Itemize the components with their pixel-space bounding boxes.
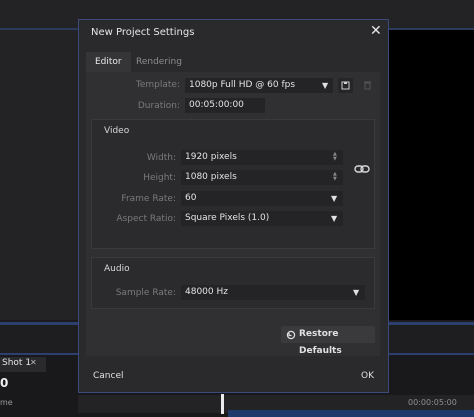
stepper-icon[interactable]: ▲ ▼ [333, 172, 337, 182]
stepper-icon[interactable]: ▲ ▼ [333, 152, 337, 162]
chevron-down-icon: ▼ [322, 81, 329, 90]
frame-rate-select[interactable]: 60 ▼ [181, 191, 343, 206]
shot-timecode: 0 [0, 376, 9, 390]
editor-panel: Template: 1080p Full HD @ 60 fps ▼ Durat… [86, 72, 380, 356]
frame-rate-label: Frame Rate: [121, 194, 176, 204]
frame-rate-value: 60 [185, 193, 197, 203]
template-label: Template: [135, 80, 180, 90]
template-value: 1080p Full HD @ 60 fps [189, 80, 296, 90]
restore-defaults-button[interactable]: Restore Defaults [281, 326, 375, 356]
aspect-ratio-select[interactable]: Square Pixels (1.0) ▼ [181, 211, 343, 226]
delete-template-button[interactable] [360, 78, 375, 93]
playhead[interactable] [221, 394, 224, 414]
height-value: 1080 pixels [185, 172, 237, 182]
height-label: Height: [143, 173, 176, 183]
shot-label: me [0, 398, 13, 407]
video-section-title: Video [104, 126, 130, 136]
trash-icon [364, 81, 371, 90]
preview-viewer [388, 30, 474, 320]
timeline-timecode: 00:00:05:00 [408, 398, 457, 407]
height-field[interactable]: 1080 pixels ▲ ▼ [181, 170, 343, 185]
aspect-ratio-value: Square Pixels (1.0) [185, 213, 270, 223]
sample-rate-label: Sample Rate: [115, 288, 176, 298]
ok-button[interactable]: OK [361, 367, 374, 385]
aspect-ratio-label: Aspect Ratio: [116, 214, 176, 224]
template-select[interactable]: 1080p Full HD @ 60 fps ▼ [185, 78, 333, 93]
duration-label: Duration: [137, 101, 180, 111]
chevron-down-icon: ▼ [331, 214, 338, 223]
restore-icon [286, 330, 296, 340]
restore-defaults-label: Restore Defaults [299, 329, 342, 356]
duration-field[interactable]: 00:05:00:00 [185, 98, 265, 113]
tab-rendering[interactable]: Rendering [127, 52, 191, 72]
sample-rate-select[interactable]: 48000 Hz ▼ [181, 285, 365, 300]
width-label: Width: [146, 153, 176, 163]
save-template-button[interactable] [338, 78, 353, 93]
tab-editor[interactable]: Editor [86, 52, 131, 72]
chevron-down-icon: ▼ [331, 194, 338, 203]
audio-section-title: Audio [104, 264, 130, 274]
shot-tab[interactable]: Shot 1 [0, 357, 46, 372]
save-icon [341, 81, 350, 90]
audio-section: Audio Sample Rate: 48000 Hz ▼ [91, 257, 375, 309]
close-icon[interactable]: ✕ [30, 358, 37, 367]
chevron-down-icon: ▼ [353, 288, 360, 297]
left-panel [0, 30, 78, 320]
sample-rate-value: 48000 Hz [185, 287, 228, 297]
close-icon[interactable]: ✕ [370, 23, 382, 39]
cancel-button[interactable]: Cancel [93, 367, 124, 385]
width-field[interactable]: 1920 pixels ▲ ▼ [181, 150, 343, 165]
shot-tab-label: Shot 1 [2, 358, 32, 368]
link-aspect-button[interactable] [354, 160, 370, 173]
link-icon [354, 165, 370, 173]
new-project-settings-dialog: New Project Settings ✕ Editor Rendering … [78, 19, 389, 393]
video-section: Video Width: 1920 pixels ▲ ▼ Height: 1080… [91, 119, 375, 249]
timeline-clip[interactable] [228, 410, 474, 417]
duration-value: 00:05:00:00 [189, 100, 244, 110]
width-value: 1920 pixels [185, 152, 237, 162]
dialog-title: New Project Settings [91, 27, 195, 38]
